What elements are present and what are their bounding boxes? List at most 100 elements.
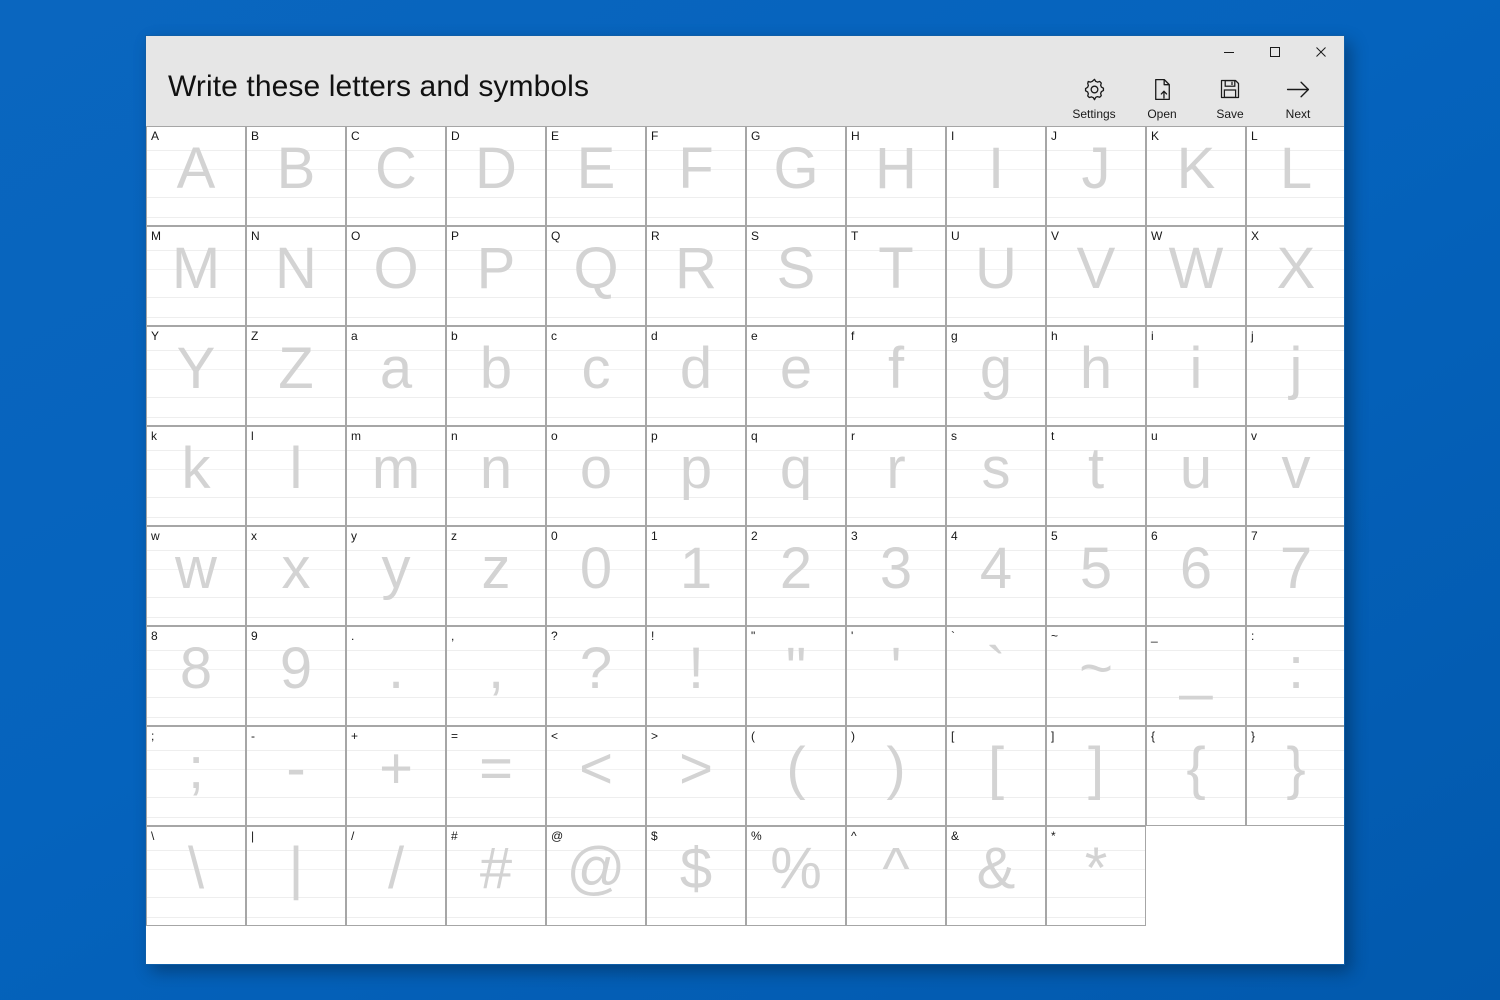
practice-cell[interactable]: )) bbox=[846, 726, 946, 826]
practice-cell[interactable]: ee bbox=[746, 326, 846, 426]
practice-cell[interactable]: ll bbox=[246, 426, 346, 526]
practice-cell[interactable]: 88 bbox=[146, 626, 246, 726]
practice-cell[interactable]: DD bbox=[446, 126, 546, 226]
practice-cell[interactable]: -- bbox=[246, 726, 346, 826]
practice-cell[interactable]: tt bbox=[1046, 426, 1146, 526]
practice-cell[interactable]: GG bbox=[746, 126, 846, 226]
practice-cell[interactable]: $ $ bbox=[646, 826, 746, 926]
practice-cell[interactable]: ?? bbox=[546, 626, 646, 726]
practice-cell[interactable]: 22 bbox=[746, 526, 846, 626]
practice-cell[interactable]: aa bbox=[346, 326, 446, 426]
practice-cell[interactable]: 55 bbox=[1046, 526, 1146, 626]
practice-cell[interactable]: qq bbox=[746, 426, 846, 526]
practice-cell[interactable]: RR bbox=[646, 226, 746, 326]
practice-cell[interactable]: TT bbox=[846, 226, 946, 326]
practice-cell[interactable]: ` ` bbox=[946, 626, 1046, 726]
practice-cell[interactable]: UU bbox=[946, 226, 1046, 326]
practice-cell[interactable]: oo bbox=[546, 426, 646, 526]
practice-cell[interactable]: kk bbox=[146, 426, 246, 526]
practice-cell[interactable]: \ \ bbox=[146, 826, 246, 926]
practice-cell[interactable]: 77 bbox=[1246, 526, 1344, 626]
minimize-button[interactable] bbox=[1206, 36, 1252, 68]
practice-cell[interactable]: = = bbox=[446, 726, 546, 826]
practice-cell[interactable]: zz bbox=[446, 526, 546, 626]
practice-cell[interactable]: 00 bbox=[546, 526, 646, 626]
practice-cell[interactable]: @ @ bbox=[546, 826, 646, 926]
practice-cell[interactable]: {{ bbox=[1146, 726, 1246, 826]
practice-cell[interactable]: YY bbox=[146, 326, 246, 426]
practice-cell[interactable]: ^ ^ bbox=[846, 826, 946, 926]
practice-cell[interactable]: ;; bbox=[146, 726, 246, 826]
practice-cell[interactable]: ss bbox=[946, 426, 1046, 526]
practice-cell[interactable]: nn bbox=[446, 426, 546, 526]
practice-cell[interactable]: QQ bbox=[546, 226, 646, 326]
practice-cell[interactable]: ]] bbox=[1046, 726, 1146, 826]
practice-cell[interactable]: :: bbox=[1246, 626, 1344, 726]
practice-cell[interactable]: ZZ bbox=[246, 326, 346, 426]
practice-cell[interactable]: EE bbox=[546, 126, 646, 226]
practice-cell[interactable]: AA bbox=[146, 126, 246, 226]
practice-cell[interactable]: xx bbox=[246, 526, 346, 626]
practice-cell[interactable]: _ _ bbox=[1146, 626, 1246, 726]
practice-cell[interactable]: FF bbox=[646, 126, 746, 226]
practice-cell[interactable]: ii bbox=[1146, 326, 1246, 426]
practice-cell[interactable]: KK bbox=[1146, 126, 1246, 226]
practice-cell[interactable]: OO bbox=[346, 226, 446, 326]
practice-cell[interactable]: II bbox=[946, 126, 1046, 226]
practice-cell[interactable]: | | bbox=[246, 826, 346, 926]
practice-cell[interactable]: ' ' bbox=[846, 626, 946, 726]
practice-cell[interactable]: pp bbox=[646, 426, 746, 526]
practice-cell[interactable]: < < bbox=[546, 726, 646, 826]
practice-cell[interactable]: & & bbox=[946, 826, 1046, 926]
practice-cell[interactable]: 99 bbox=[246, 626, 346, 726]
practice-cell[interactable]: rr bbox=[846, 426, 946, 526]
practice-cell[interactable]: .. bbox=[346, 626, 446, 726]
practice-cell[interactable]: mm bbox=[346, 426, 446, 526]
practice-cell[interactable]: " " bbox=[746, 626, 846, 726]
practice-cell[interactable]: gg bbox=[946, 326, 1046, 426]
practice-cell[interactable]: ~ ~ bbox=[1046, 626, 1146, 726]
practice-cell[interactable]: }} bbox=[1246, 726, 1344, 826]
save-button[interactable]: Save bbox=[1196, 72, 1264, 122]
practice-cell[interactable]: uu bbox=[1146, 426, 1246, 526]
practice-cell[interactable]: / / bbox=[346, 826, 446, 926]
practice-cell[interactable]: > > bbox=[646, 726, 746, 826]
practice-cell[interactable]: PP bbox=[446, 226, 546, 326]
practice-cell[interactable]: vv bbox=[1246, 426, 1344, 526]
practice-cell[interactable]: ff bbox=[846, 326, 946, 426]
practice-cell[interactable]: XX bbox=[1246, 226, 1344, 326]
practice-cell[interactable]: 44 bbox=[946, 526, 1046, 626]
practice-cell[interactable]: jj bbox=[1246, 326, 1344, 426]
practice-cell[interactable]: !! bbox=[646, 626, 746, 726]
practice-cell[interactable]: hh bbox=[1046, 326, 1146, 426]
practice-cell[interactable]: HH bbox=[846, 126, 946, 226]
practice-cell[interactable]: %% bbox=[746, 826, 846, 926]
practice-cell[interactable]: # # bbox=[446, 826, 546, 926]
next-button[interactable]: Next bbox=[1264, 72, 1332, 122]
practice-cell[interactable]: dd bbox=[646, 326, 746, 426]
maximize-button[interactable] bbox=[1252, 36, 1298, 68]
practice-cell[interactable]: LL bbox=[1246, 126, 1344, 226]
practice-cell[interactable]: yy bbox=[346, 526, 446, 626]
practice-cell[interactable]: * * bbox=[1046, 826, 1146, 926]
practice-cell[interactable]: MM bbox=[146, 226, 246, 326]
practice-cell[interactable]: SS bbox=[746, 226, 846, 326]
practice-cell[interactable]: cc bbox=[546, 326, 646, 426]
practice-cell[interactable]: WW bbox=[1146, 226, 1246, 326]
practice-cell[interactable]: [[ bbox=[946, 726, 1046, 826]
practice-cell[interactable]: CC bbox=[346, 126, 446, 226]
practice-cell[interactable]: 66 bbox=[1146, 526, 1246, 626]
practice-cell[interactable]: + + bbox=[346, 726, 446, 826]
close-button[interactable] bbox=[1298, 36, 1344, 68]
practice-cell[interactable]: VV bbox=[1046, 226, 1146, 326]
practice-cell[interactable]: 33 bbox=[846, 526, 946, 626]
practice-cell[interactable]: 11 bbox=[646, 526, 746, 626]
practice-cell[interactable]: BB bbox=[246, 126, 346, 226]
practice-cell[interactable]: JJ bbox=[1046, 126, 1146, 226]
settings-button[interactable]: Settings bbox=[1060, 72, 1128, 122]
practice-cell[interactable]: NN bbox=[246, 226, 346, 326]
open-button[interactable]: Open bbox=[1128, 72, 1196, 122]
practice-cell[interactable]: ww bbox=[146, 526, 246, 626]
practice-cell[interactable]: (( bbox=[746, 726, 846, 826]
practice-cell[interactable]: bb bbox=[446, 326, 546, 426]
